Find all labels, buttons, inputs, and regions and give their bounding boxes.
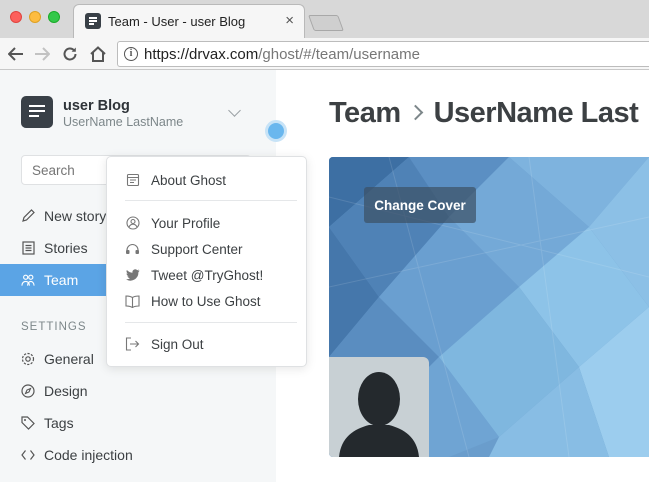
profile-icon <box>125 216 140 231</box>
tag-icon <box>21 416 35 430</box>
ghost-favicon-icon <box>85 13 101 29</box>
menu-divider <box>125 200 297 201</box>
page-title: Team UserName Last <box>329 97 639 130</box>
compass-icon <box>21 384 35 398</box>
gear-icon <box>21 352 35 366</box>
browser-tab[interactable]: Team - User - user Blog × <box>73 4 305 38</box>
chevron-right-icon <box>407 104 423 121</box>
nav-item-label: Tags <box>44 415 74 431</box>
menu-item-label: Tweet @TryGhost! <box>151 267 264 283</box>
blog-title[interactable]: user Blog <box>63 98 130 114</box>
blog-logo-icon[interactable] <box>21 96 53 128</box>
nav-item-team[interactable]: Team <box>0 264 110 296</box>
window-close-button[interactable] <box>10 11 22 23</box>
support-icon <box>125 242 140 257</box>
user-silhouette-icon <box>339 372 419 457</box>
sign-out-icon <box>125 337 140 352</box>
home-icon[interactable] <box>86 42 110 66</box>
twitter-icon <box>125 268 140 283</box>
stories-icon <box>21 241 35 255</box>
window-minimize-button[interactable] <box>29 11 41 23</box>
menu-item-about-ghost[interactable]: About Ghost <box>107 168 306 192</box>
address-bar[interactable]: i https://drvax.com/ghost/#/team/usernam… <box>117 41 649 67</box>
window-zoom-button[interactable] <box>48 11 60 23</box>
browser-tab-bar: Team - User - user Blog × <box>0 0 649 38</box>
menu-item-tweet[interactable]: Tweet @TryGhost! <box>107 263 306 287</box>
user-dropdown-menu: About Ghost Your Profile Support Center … <box>106 156 307 367</box>
change-cover-button[interactable]: Change Cover <box>364 187 476 223</box>
nav-item-label: New story <box>44 208 107 224</box>
url-text: https://drvax.com/ghost/#/team/username <box>144 46 420 63</box>
menu-item-sign-out[interactable]: Sign Out <box>107 332 306 356</box>
menu-item-label: Your Profile <box>151 215 221 231</box>
ghost-icon <box>125 173 140 188</box>
nav-item-code-injection[interactable]: Code injection <box>0 439 276 471</box>
forward-arrow-icon[interactable] <box>30 42 54 66</box>
menu-divider <box>125 322 297 323</box>
browser-toolbar: i https://drvax.com/ghost/#/team/usernam… <box>0 38 649 70</box>
menu-item-support-center[interactable]: Support Center <box>107 237 306 261</box>
code-icon <box>21 448 35 462</box>
new-tab-button[interactable] <box>308 15 344 31</box>
menu-item-how-to-use[interactable]: How to Use Ghost <box>107 289 306 313</box>
nav-item-design[interactable]: Design <box>0 375 276 407</box>
tab-title: Team - User - user Blog <box>108 14 246 29</box>
pencil-icon <box>21 209 35 223</box>
settings-heading: SETTINGS <box>21 321 87 333</box>
reload-icon[interactable] <box>58 42 82 66</box>
tab-close-icon[interactable]: × <box>285 12 294 29</box>
menu-item-label: How to Use Ghost <box>151 293 261 309</box>
menu-item-label: About Ghost <box>151 172 227 188</box>
notification-dot[interactable] <box>265 120 287 142</box>
info-icon[interactable]: i <box>124 47 138 61</box>
blog-user-name[interactable]: UserName LastName <box>63 115 183 129</box>
avatar[interactable] <box>329 357 429 457</box>
book-icon <box>125 294 140 309</box>
nav-item-label: Team <box>44 272 79 288</box>
breadcrumb-parent[interactable]: Team <box>329 97 401 129</box>
menu-item-label: Sign Out <box>151 336 204 352</box>
nav-item-label: Design <box>44 383 88 399</box>
team-icon <box>21 273 35 287</box>
nav-item-label: Stories <box>44 240 88 256</box>
nav-item-label: Code injection <box>44 447 133 463</box>
menu-item-label: Support Center <box>151 241 243 257</box>
chevron-down-icon[interactable] <box>228 104 241 117</box>
profile-cover-image: Change Cover <box>329 157 649 457</box>
nav-item-label: General <box>44 351 94 367</box>
menu-item-your-profile[interactable]: Your Profile <box>107 211 306 235</box>
back-arrow-icon[interactable] <box>4 42 28 66</box>
nav-item-tags[interactable]: Tags <box>0 407 276 439</box>
breadcrumb-current: UserName Last <box>433 97 639 129</box>
